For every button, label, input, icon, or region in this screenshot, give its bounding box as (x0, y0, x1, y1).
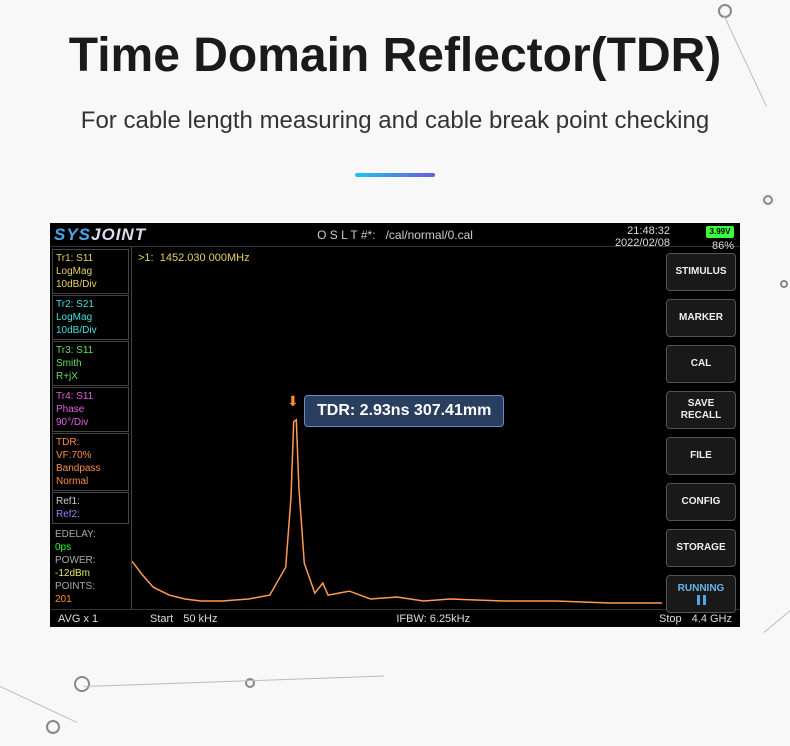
waveform (132, 247, 662, 609)
menu-cal[interactable]: CAL (666, 345, 736, 383)
menu-config[interactable]: CONFIG (666, 483, 736, 521)
trace-line: 10dB/Div (56, 278, 125, 291)
stop-value: 4.4 GHz (692, 613, 732, 625)
trace-line: Tr1: S11 (56, 252, 125, 265)
trace-tr2[interactable]: Tr2: S21LogMag10dB/Div (52, 295, 129, 340)
clock: 21:48:32 2022/02/08 (615, 225, 670, 249)
trace-line: TDR: (56, 436, 125, 449)
trace-line: VF:70% (56, 449, 125, 462)
avg-readout: AVG x 1 (54, 613, 136, 625)
start-value: 50 kHz (183, 613, 217, 625)
divider (355, 173, 435, 177)
points-label: POINTS: (55, 581, 95, 592)
time: 21:48:32 (615, 225, 670, 237)
trace-line: R+jX (56, 370, 125, 383)
menu-label: STIMULUS (675, 266, 726, 278)
trace-line: Tr4: S11 (56, 390, 125, 403)
menu-label: RUNNING (678, 583, 725, 595)
trace-tr3[interactable]: Tr3: S11SmithR+jX (52, 341, 129, 386)
left-status: EDELAY: 0ps POWER: -12dBm POINTS: 201 (52, 525, 129, 609)
stop-label: Stop (659, 613, 682, 625)
ifbw-readout: IFBW: 6.25kHz (217, 613, 649, 625)
trace-ref[interactable]: Ref1:Ref2: (52, 492, 129, 524)
trace-line: 90°/Div (56, 416, 125, 429)
brand-sys: SYS (54, 225, 91, 244)
start-freq: Start 50 kHz (140, 613, 217, 625)
trace-line: Smith (56, 357, 125, 370)
brand-logo: SYSJOINT (54, 225, 146, 245)
device-footer: AVG x 1 Start 50 kHz IFBW: 6.25kHz Stop 4.… (50, 609, 740, 627)
battery-percent: 86% (706, 240, 734, 252)
menu-panel: STIMULUS MARKER CAL SAVE RECALL FILE CONFIG ST… (662, 247, 740, 609)
menu-save-recall[interactable]: SAVE RECALL (666, 391, 736, 429)
cal-label: O S L T #*: (317, 228, 375, 242)
pause-icon (697, 595, 706, 605)
trace-line: Ref1: (56, 495, 125, 508)
trace-tr1[interactable]: Tr1: S11LogMag10dB/Div (52, 249, 129, 294)
trace-line: LogMag (56, 311, 125, 324)
power-value: -12dBm (55, 567, 126, 580)
menu-storage[interactable]: STORAGE (666, 529, 736, 567)
page-subtitle: For cable length measuring and cable bre… (0, 107, 790, 135)
menu-label: FILE (690, 450, 712, 462)
trace-panel: Tr1: S11LogMag10dB/DivTr2: S21LogMag10dB… (50, 247, 132, 609)
battery-status: 3.99V 86% (706, 226, 734, 252)
edelay-label: EDELAY: (55, 529, 96, 540)
device-screenshot: SYSJOINT O S L T #*: /cal/normal/0.cal 2… (50, 223, 740, 627)
menu-label: CAL (691, 358, 712, 370)
trace-line: Tr3: S11 (56, 344, 125, 357)
plot-area[interactable]: >1: 1452.030 000MHz ⬇ TDR: 2.93ns 307.41… (132, 247, 662, 609)
battery-icon: 3.99V (706, 226, 734, 238)
cal-value: /cal/normal/0.cal (386, 228, 473, 242)
trace-line: Bandpass (56, 462, 125, 475)
trace-line: LogMag (56, 265, 125, 278)
trace-tr4[interactable]: Tr4: S11Phase90°/Div (52, 387, 129, 432)
start-label: Start (150, 613, 173, 625)
device-header: SYSJOINT O S L T #*: /cal/normal/0.cal 2… (50, 223, 740, 247)
menu-label: SAVE RECALL (681, 398, 722, 422)
brand-joint: JOINT (91, 225, 146, 244)
trace-line: Ref2: (56, 508, 125, 521)
trace-line: Normal (56, 475, 125, 488)
menu-label: MARKER (679, 312, 723, 324)
menu-running[interactable]: RUNNING (666, 575, 736, 613)
menu-file[interactable]: FILE (666, 437, 736, 475)
trace-line: 10dB/Div (56, 324, 125, 337)
trace-line: Tr2: S21 (56, 298, 125, 311)
power-label: POWER: (55, 555, 96, 566)
trace-line: Phase (56, 403, 125, 416)
trace-tdr[interactable]: TDR:VF:70%BandpassNormal (52, 433, 129, 491)
page-title: Time Domain Reflector(TDR) (0, 0, 790, 83)
menu-marker[interactable]: MARKER (666, 299, 736, 337)
calibration-path: O S L T #*: /cal/normal/0.cal (317, 228, 473, 242)
menu-stimulus[interactable]: STIMULUS (666, 253, 736, 291)
points-value: 201 (55, 593, 126, 606)
stop-freq: Stop 4.4 GHz (649, 613, 732, 625)
edelay-value: 0ps (55, 541, 126, 554)
menu-label: CONFIG (682, 496, 721, 508)
menu-label: STORAGE (676, 542, 725, 554)
